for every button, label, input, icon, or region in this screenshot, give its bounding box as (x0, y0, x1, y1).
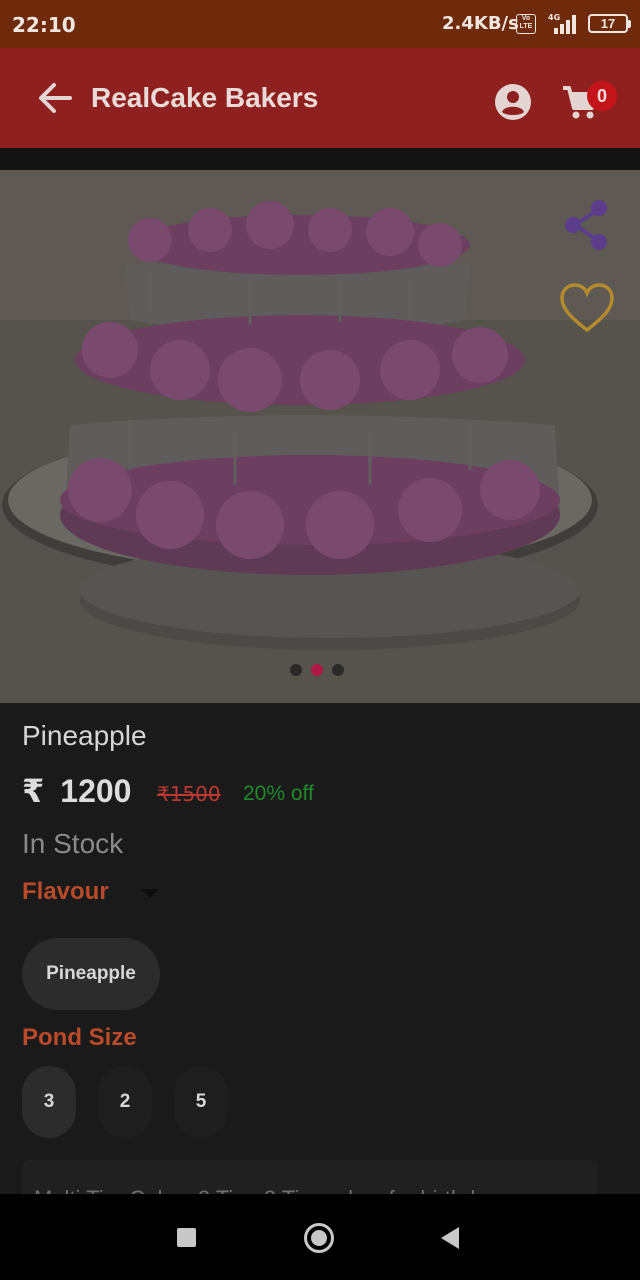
heart-icon[interactable] (559, 282, 615, 334)
currency-symbol: ₹ (22, 772, 45, 810)
carousel-dot[interactable] (290, 664, 302, 676)
battery-level: 17 (600, 16, 616, 31)
back-icon[interactable] (441, 1227, 459, 1249)
price-value: 1200 (60, 773, 132, 809)
chevron-down-icon[interactable] (141, 889, 159, 898)
size-option-5[interactable]: 5 (174, 1066, 228, 1138)
network-type-label: 4G (548, 13, 560, 22)
cart-count-badge: 0 (587, 81, 617, 111)
discount-label: 20% off (243, 782, 314, 805)
battery-icon: 17 (588, 14, 631, 33)
home-icon[interactable] (304, 1223, 334, 1253)
original-price: ₹1500 (157, 782, 221, 806)
app-title: RealCake Bakers (91, 82, 319, 113)
volte-icon: Vo LTE (516, 14, 536, 34)
signal-icon: 4G (548, 13, 576, 34)
recents-icon[interactable] (177, 1228, 196, 1247)
selling-price: ₹1200 (22, 772, 131, 810)
system-nav-bar (0, 1194, 640, 1280)
status-bar: 22:10 2.4KB/s Vo LTE 4G 17 (0, 0, 640, 48)
network-speed: 2.4KB/s (442, 13, 519, 34)
carousel-dot[interactable] (332, 664, 344, 676)
product-image[interactable] (0, 170, 640, 703)
size-option-3[interactable]: 3 (22, 1066, 76, 1138)
status-time: 22:10 (12, 13, 76, 37)
flavour-option-pineapple[interactable]: Pineapple (22, 938, 160, 1010)
carousel-dot[interactable] (311, 664, 323, 676)
image-top-strip (0, 148, 640, 170)
app-bar: RealCake Bakers 0 (0, 48, 640, 148)
share-icon[interactable] (561, 196, 613, 254)
size-option-2[interactable]: 2 (98, 1066, 152, 1138)
carousel-dots (290, 664, 344, 676)
cake-illustration (0, 170, 640, 703)
flavour-label: Flavour (22, 878, 109, 905)
back-arrow-icon[interactable] (34, 78, 74, 118)
account-icon[interactable] (494, 83, 532, 121)
pond-size-label: Pond Size (22, 1024, 137, 1051)
product-name: Pineapple (22, 720, 147, 751)
stock-status: In Stock (22, 828, 124, 859)
